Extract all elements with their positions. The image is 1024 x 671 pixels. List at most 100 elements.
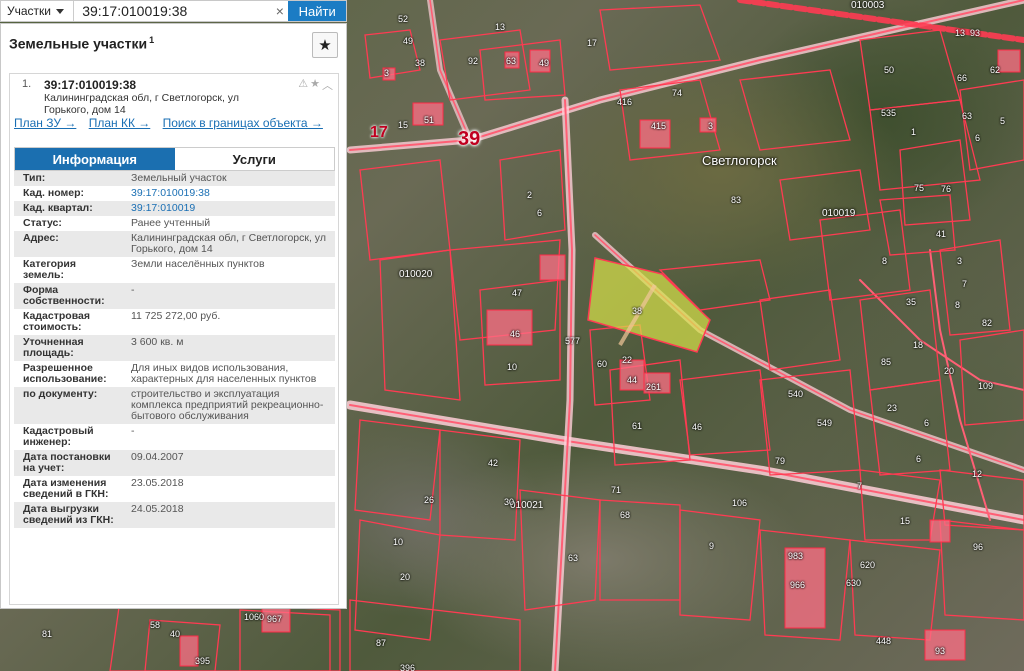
parcel-number-label: 74 [672,88,683,98]
parcel-number-label: 535 [881,108,897,118]
card-cadastral-number[interactable]: 39:17:010019:38 [44,78,136,92]
chevron-up-icon[interactable]: ︿ [322,77,333,93]
search-button[interactable]: Найти [288,1,346,21]
parcel-number-label: 71 [611,485,622,495]
info-row-key: Форма собственности: [23,284,105,307]
parcel-number-label: 61 [632,421,643,431]
parcel-number-label: 966 [790,580,806,590]
parcel-number-label: 109 [978,381,994,391]
info-row-value: Для иных видов использования, характерны… [131,362,317,385]
info-row-value[interactable]: 39:17:010019 [119,201,335,216]
parcel-number-label: 62 [990,65,1001,75]
info-row-value: Земельный участок [131,172,227,184]
parcel-number-label: 30 [504,497,515,507]
parcel-number-label: 10 [393,537,404,547]
parcel-number-label: 75 [914,183,925,193]
clear-icon[interactable]: × [271,1,288,21]
parcel-number-label: 93 [970,28,981,38]
info-row-key: Кад. квартал: [23,202,93,214]
info-row-key: по документу: [23,388,98,400]
parcel-number-label: 415 [651,121,667,131]
info-row: Тип: Земельный участок [14,171,335,186]
info-row-value: Ранее учтенный [131,217,211,229]
card-links: План ЗУ → План КК → Поиск в границах объ… [14,117,334,130]
tab-services[interactable]: Услуги [174,148,334,170]
star-icon: ★ [318,37,332,54]
parcel-number-label: 63 [506,56,517,66]
parcel-number-label: 6 [924,418,930,428]
info-row: Разрешенное использование: Для иных видов… [14,361,335,387]
info-row-value[interactable]: 39:17:010019:38 [119,186,335,201]
info-row-key: Кадастровый инженер: [23,425,94,448]
plan-kk-link[interactable]: План КК → [89,116,151,130]
parcel-number-label: 38 [632,306,643,316]
object-type-select[interactable]: Участки [1,1,75,21]
plan-zu-link[interactable]: План ЗУ → [14,116,76,130]
info-row: по документу: строительство и эксплуатаци… [14,387,335,424]
card-address: Калининградская обл, г Светлогорск, ул Г… [44,92,239,116]
panel-title-text: Земельные участки [9,35,148,52]
parcel-number-label: 2 [527,190,533,200]
info-row-key: Кад. номер: [23,187,85,199]
parcel-number-label: 96 [973,542,984,552]
parcel-number-label: 50 [884,65,895,75]
parcel-number-label: 49 [403,36,414,46]
parcel-number-label: 3 [384,68,390,78]
card-actions: ⚠ ★ ︿ [298,77,333,93]
parcel-number-label: 106 [732,498,748,508]
search-in-bounds-link[interactable]: Поиск в границах объекта → [163,116,323,130]
parcel-number-label: 23 [887,403,898,413]
parcel-number-label: 18 [913,340,924,350]
panel-header: Земельные участки 1 ★ [1,24,346,64]
info-row-value: - [131,284,135,296]
warning-icon[interactable]: ⚠ [298,77,308,93]
parcel-number-label: 17 [370,124,388,141]
parcel-number-label: 42 [488,458,499,468]
parcel-number-label: 7 [962,279,968,289]
info-row-key: Кадастровая стоимость: [23,310,90,333]
highlighted-parcel[interactable] [587,257,711,353]
parcel-number-label: 20 [944,366,955,376]
parcel-number-label: 47 [512,288,523,298]
favorites-button[interactable]: ★ [312,32,338,58]
info-row-key: Статус: [23,217,62,229]
tab-information[interactable]: Информация [15,148,175,170]
parcel-number-label: 8 [882,256,888,266]
info-row: Категория земель: Земли населённых пункто… [14,257,335,283]
result-count: 1 [149,35,155,45]
parcel-number-label: 6 [537,208,543,218]
parcel-number-label: 15 [398,120,409,130]
info-row-key: Уточненная площадь: [23,336,84,359]
parcel-number-label: 620 [860,560,876,570]
parcel-number-label: 46 [692,422,703,432]
parcel-number-label: 395 [195,656,211,666]
parcel-number-label: 3 [708,121,714,131]
star-icon[interactable]: ★ [310,77,320,93]
info-row-value: 23.05.2018 [131,477,184,489]
info-row: Дата выгрузки сведений из ГКН: 24.05.2018 [14,502,335,528]
parcel-number-label: 68 [620,510,631,520]
info-row: Форма собственности: - [14,283,335,309]
parcel-number-label: 20 [400,572,411,582]
parcel-number-label: 52 [398,14,409,24]
parcel-number-label: 577 [565,336,581,346]
search-input[interactable] [74,1,272,21]
parcel-number-label: 81 [42,629,53,639]
info-row-value: Земли населённых пунктов [131,258,265,270]
parcel-number-label: 44 [627,375,638,385]
quarter-label: 010020 [399,269,433,280]
parcel-number-label: 51 [424,115,435,125]
parcel-number-label: 87 [376,638,387,648]
parcel-number-label: 49 [539,58,550,68]
parcel-number-label: 63 [962,111,973,121]
parcel-number-label: 13 [955,28,966,38]
road-number-label: 39 [458,128,481,150]
parcel-number-label: 26 [424,495,435,505]
parcel-number-label: 12 [972,469,983,479]
parcel-number-label: 60 [597,359,608,369]
parcel-number-label: 38 [415,58,426,68]
info-row: Адрес: Калининградская обл, г Светлогорск… [14,231,335,257]
info-row: Кад. квартал: 39:17:010019 [14,201,335,216]
info-row-value: 11 725 272,00 руб. [131,310,221,322]
parcel-number-label: 66 [957,73,968,83]
